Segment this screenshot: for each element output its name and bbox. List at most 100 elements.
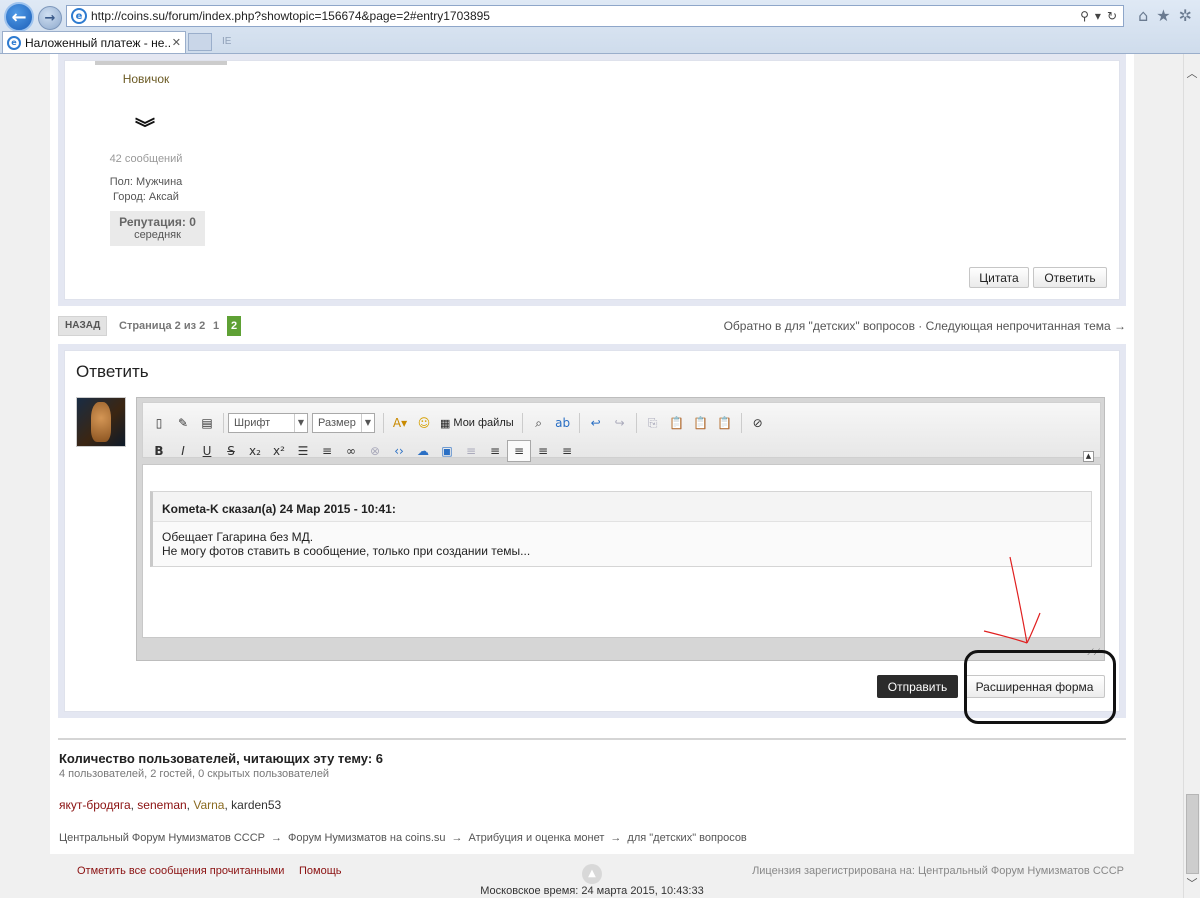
quote-button[interactable]: Цитата [969, 267, 1029, 288]
font-select[interactable]: Шрифт ▼ [228, 413, 308, 433]
post: Новичок ︾ 42 сообщений Пол: Мужчина Горо… [64, 60, 1120, 300]
settings-gear-icon[interactable]: ✲ [1179, 6, 1192, 25]
pager-page-of: Страница 2 из 2 [119, 320, 206, 332]
submit-button[interactable]: Отправить [877, 675, 958, 698]
reader-user-link[interactable]: karden53 [231, 798, 281, 812]
replace-icon[interactable]: ab [551, 412, 575, 434]
topic-navigation-links[interactable]: Обратно в для "детских" вопросов · Следу… [724, 319, 1126, 333]
browser-tab[interactable]: e Наложенный платеж - не... ✕ [2, 31, 186, 53]
page-footer: Отметить все сообщения прочитанными Помо… [50, 854, 1134, 898]
url-text[interactable]: http://coins.su/forum/index.php?showtopi… [91, 9, 1080, 23]
breadcrumb-item[interactable]: для "детских" вопросов [627, 832, 746, 844]
author-post-count[interactable]: 42 сообщений [65, 153, 227, 165]
mark-all-read-link[interactable]: Отметить все сообщения прочитанными [77, 865, 284, 877]
rank-chevron-icon: ︾ [135, 116, 155, 140]
my-files-label: Мои файлы [453, 417, 514, 429]
reply-button[interactable]: Ответить [1033, 267, 1107, 288]
back-arrow-icon: ← [11, 6, 27, 28]
italic-icon[interactable]: I [171, 440, 195, 462]
paste-icon[interactable]: 📋 [665, 412, 689, 434]
favorites-star-icon[interactable]: ★ [1156, 6, 1170, 25]
dropdown-icon[interactable]: ▾ [1095, 9, 1101, 23]
quote-text-line-2: Не могу фотов ставить в сообщение, тольк… [162, 544, 531, 558]
search-icon[interactable]: ⚲ [1080, 9, 1089, 23]
address-bar[interactable]: e http://coins.su/forum/index.php?showto… [66, 5, 1124, 27]
indent-icon[interactable]: ≡ [483, 440, 507, 462]
breadcrumb-item[interactable]: Форум Нумизматов на coins.su [288, 832, 446, 844]
user-avatar [76, 397, 126, 447]
reply-title: Ответить [76, 362, 149, 381]
breadcrumb-arrow-icon: → [610, 832, 622, 844]
new-tab-button[interactable] [188, 33, 212, 51]
home-icon[interactable]: ⌂ [1138, 6, 1148, 25]
dropdown-arrow-icon: ▼ [361, 414, 374, 432]
dropdown-arrow-icon: ▼ [294, 414, 307, 432]
breadcrumb-arrow-icon: → [271, 832, 283, 844]
emoticon-icon[interactable]: ☺ [412, 412, 436, 434]
size-select[interactable]: Размер ▼ [312, 413, 375, 433]
subscript-icon[interactable]: x₂ [243, 440, 267, 462]
link-icon[interactable]: ∞ [339, 440, 363, 462]
outdent-icon[interactable]: ≡ [459, 440, 483, 462]
template-icon[interactable]: ▤ [195, 412, 219, 434]
code-icon[interactable]: ‹› [387, 440, 411, 462]
pager-back-button[interactable]: НАЗАД [58, 316, 108, 336]
reader-user-link[interactable]: Varna [193, 798, 224, 812]
my-files-button[interactable]: ▦ Мои файлы [436, 417, 518, 430]
reader-user-link[interactable]: seneman [137, 798, 186, 812]
vertical-scrollbar[interactable]: ︿ ﹀ [1183, 54, 1200, 898]
readers-summary: 4 пользователей, 2 гостей, 0 скрытых пол… [59, 768, 330, 780]
spellcheck-icon[interactable]: ⊘ [746, 412, 770, 434]
align-center-icon[interactable]: ≡ [531, 440, 555, 462]
spoiler-icon[interactable]: ▣ [435, 440, 459, 462]
paste-text-icon[interactable]: 📋 [689, 412, 713, 434]
scroll-to-top-icon[interactable]: ▲ [582, 864, 602, 884]
strikethrough-icon[interactable]: S [219, 440, 243, 462]
scroll-down-icon[interactable]: ﹀ [1184, 876, 1200, 892]
reputation-level: середняк [134, 229, 181, 241]
bullet-list-icon[interactable]: ☰ [291, 440, 315, 462]
breadcrumb-item[interactable]: Центральный Форум Нумизматов СССР [59, 832, 265, 844]
bold-icon[interactable]: B [147, 440, 171, 462]
breadcrumb-item[interactable]: Атрибуция и оценка монет [469, 832, 605, 844]
find-icon[interactable]: ⌕ [527, 412, 551, 434]
forum-page: Новичок ︾ 42 сообщений Пол: Мужчина Горо… [50, 54, 1134, 854]
unlink-icon[interactable]: ⊗ [363, 440, 387, 462]
text-color-icon[interactable]: A▾ [388, 412, 412, 434]
redo-icon[interactable]: ↪ [608, 412, 632, 434]
underline-icon[interactable]: U [195, 440, 219, 462]
align-right-icon[interactable]: ≡ [555, 440, 579, 462]
forward-arrow-icon: → [44, 10, 56, 26]
author-city: Город: Аксай [113, 191, 179, 203]
align-left-icon[interactable]: ≡ [507, 440, 531, 462]
toolbar-row-2: B I U S x₂ x² ☰ ≡ ∞ ⊗ ‹› ☁ ▣ ≡ ≡ ≡ ≡ ≡ [147, 439, 579, 463]
inactive-tab-label[interactable]: IE [222, 36, 231, 47]
undo-icon[interactable]: ↩ [584, 412, 608, 434]
forward-button[interactable]: → [38, 6, 62, 30]
toolbar-row-1: ▯ ✎ ▤ Шрифт ▼ Размер ▼ A▾ ☺ ▦ Мои файлы ⌕ a… [147, 411, 770, 435]
back-button[interactable]: ← [4, 2, 34, 32]
numbered-list-icon[interactable]: ≡ [315, 440, 339, 462]
annotation-highlight-circle [964, 650, 1116, 724]
tab-close-icon[interactable]: ✕ [172, 36, 181, 49]
pager-page-2-current: 2 [227, 316, 241, 336]
scroll-thumb[interactable] [1186, 794, 1199, 874]
size-select-label: Размер [318, 417, 356, 429]
quick-reply: Ответить ▯ ✎ ▤ Шрифт ▼ Размер ▼ A▾ ☺ ▦ Мои … [64, 350, 1120, 712]
collapse-toolbar-icon[interactable]: ▲ [1083, 451, 1094, 462]
help-link[interactable]: Помощь [299, 865, 342, 877]
copy-icon[interactable]: ⎘ [641, 412, 665, 434]
quote-icon[interactable]: ☁ [411, 440, 435, 462]
eraser-icon[interactable]: ✎ [171, 412, 195, 434]
scroll-up-icon[interactable]: ︿ [1184, 66, 1200, 82]
pager-page-1[interactable]: 1 [213, 320, 219, 332]
source-icon[interactable]: ▯ [147, 412, 171, 434]
reader-user-link[interactable]: якут-бродяга [59, 798, 131, 812]
refresh-icon[interactable]: ↻ [1107, 9, 1117, 23]
avatar-cat-image [91, 402, 111, 442]
post-container: Новичок ︾ 42 сообщений Пол: Мужчина Горо… [58, 54, 1126, 306]
paste-word-icon[interactable]: 📋 [713, 412, 737, 434]
editor-content-area[interactable]: Kometa-K сказал(а) 24 Мар 2015 - 10:41: … [142, 464, 1101, 638]
superscript-icon[interactable]: x² [267, 440, 291, 462]
font-select-label: Шрифт [234, 417, 271, 429]
